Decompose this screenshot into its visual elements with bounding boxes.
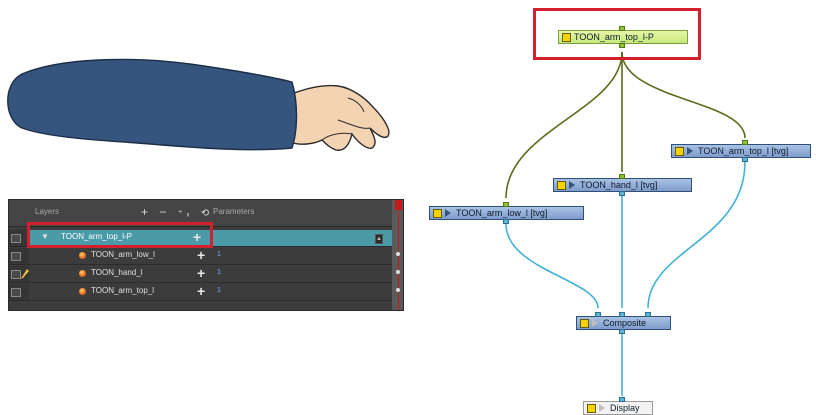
peg-node-highlight — [533, 8, 701, 60]
output-port[interactable] — [503, 219, 509, 224]
output-port[interactable] — [619, 191, 625, 196]
enable-toggle-icon[interactable] — [433, 208, 442, 218]
node-label: TOON_arm_top_l [tvg] — [698, 146, 789, 156]
input-port[interactable] — [619, 312, 625, 317]
output-port[interactable] — [742, 157, 748, 162]
enable-toggle-icon[interactable] — [675, 146, 684, 156]
node-label: TOON_arm_low_l [tvg] — [456, 208, 548, 218]
hand-node[interactable]: TOON_hand_l [tvg] — [553, 178, 692, 192]
enable-toggle-icon[interactable] — [557, 180, 566, 190]
input-port[interactable] — [595, 312, 601, 317]
node-label: TOON_hand_l [tvg] — [580, 180, 658, 190]
input-port[interactable] — [619, 397, 625, 402]
input-port[interactable] — [645, 312, 651, 317]
play-icon[interactable] — [592, 319, 598, 327]
input-port[interactable] — [619, 174, 625, 179]
arm-top-node[interactable]: TOON_arm_top_l [tvg] — [671, 144, 811, 158]
output-port[interactable] — [619, 329, 625, 334]
composite-node[interactable]: Composite — [576, 316, 671, 330]
enable-toggle-icon[interactable] — [580, 318, 589, 328]
play-icon[interactable] — [569, 181, 575, 189]
node-label: Composite — [603, 318, 647, 328]
input-port[interactable] — [503, 202, 509, 207]
input-port[interactable] — [742, 140, 748, 145]
node-connections — [505, 51, 746, 396]
play-icon[interactable] — [445, 209, 451, 217]
display-node[interactable]: Display — [583, 401, 653, 415]
node-label: Display — [610, 403, 640, 413]
play-icon[interactable] — [599, 404, 605, 412]
arm-low-node[interactable]: TOON_arm_low_l [tvg] — [429, 206, 584, 220]
enable-toggle-icon[interactable] — [587, 403, 596, 413]
play-icon[interactable] — [687, 147, 693, 155]
